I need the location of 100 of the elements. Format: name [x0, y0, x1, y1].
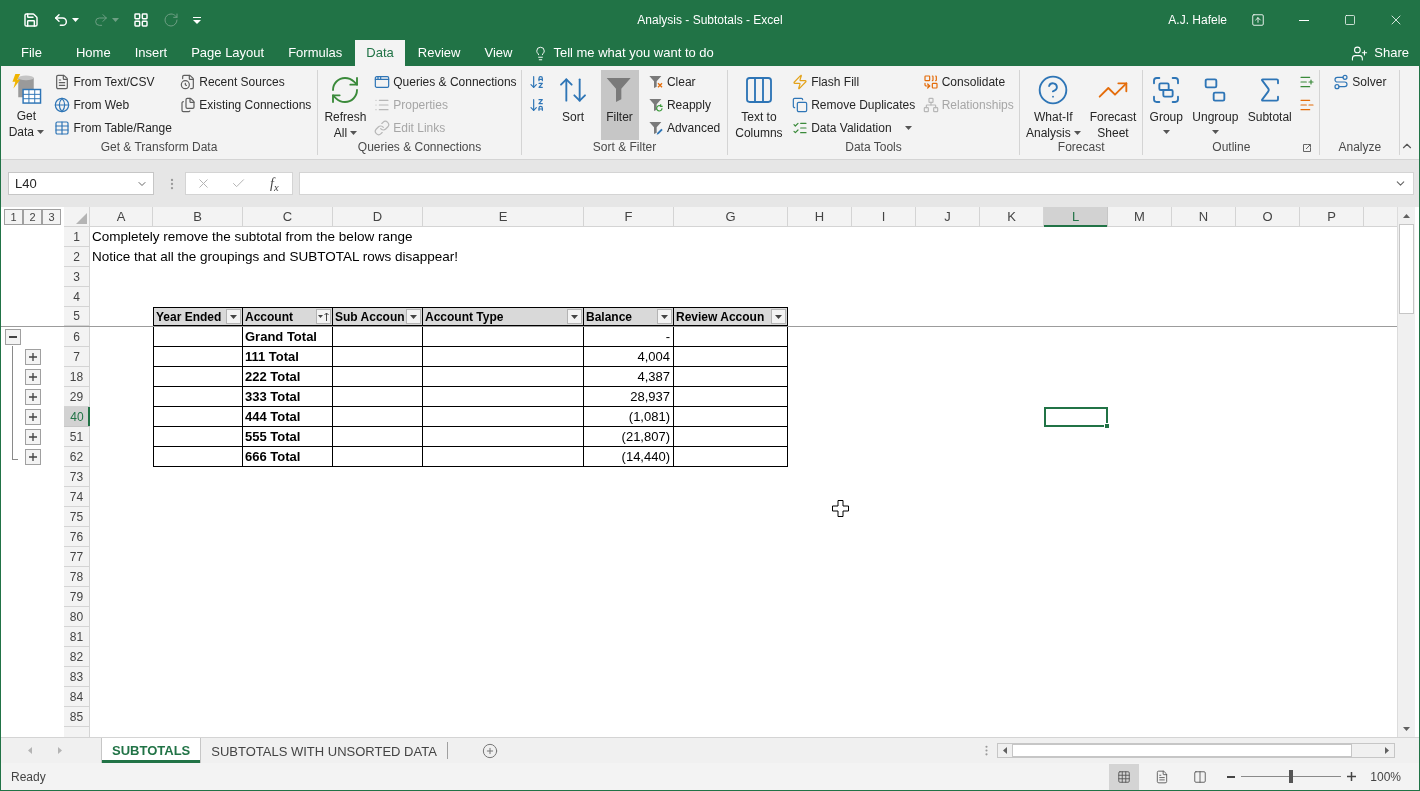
expand-button[interactable] — [25, 429, 41, 445]
filter-dropdown-button[interactable] — [406, 309, 421, 324]
row-header[interactable]: 29 — [64, 387, 90, 407]
existing-connections-button[interactable]: Existing Connections — [179, 93, 313, 116]
ungroup-button[interactable]: Ungroup — [1189, 70, 1242, 140]
formula-input[interactable] — [299, 172, 1414, 195]
row-header[interactable]: 1 — [64, 227, 90, 247]
filter-button[interactable]: Filter — [600, 70, 639, 140]
row-header[interactable]: 80 — [64, 607, 90, 627]
ribbon-tab[interactable]: Page Layout — [180, 40, 276, 66]
remove-duplicates-button[interactable]: Remove Duplicates — [791, 93, 917, 116]
active-cell[interactable] — [1044, 407, 1108, 427]
row-header[interactable]: 3 — [64, 267, 90, 287]
row-header[interactable]: 51 — [64, 427, 90, 447]
consolidate-button[interactable]: Consolidate — [921, 70, 1015, 93]
outline-level-button[interactable]: 2 — [23, 209, 42, 225]
what-if-analysis-button[interactable]: What-If Analysis — [1023, 70, 1084, 140]
column-header[interactable]: A — [90, 207, 153, 227]
row-header[interactable]: 78 — [64, 567, 90, 587]
name-box[interactable]: L40 — [8, 172, 154, 195]
row-header[interactable]: 73 — [64, 467, 90, 487]
column-header[interactable]: G — [674, 207, 788, 227]
horizontal-scrollbar[interactable] — [997, 743, 1395, 758]
from-table-range-button[interactable]: From Table/Range — [53, 116, 173, 139]
dialog-launcher-icon[interactable] — [1303, 144, 1312, 152]
column-header[interactable]: E — [423, 207, 584, 227]
row-header[interactable]: 82 — [64, 647, 90, 667]
row-header[interactable]: 5 — [64, 307, 90, 326]
column-header[interactable]: P — [1300, 207, 1364, 227]
get-data-button[interactable]: Get Data — [5, 70, 48, 140]
filter-dropdown-button[interactable] — [657, 309, 672, 324]
expand-button[interactable] — [25, 369, 41, 385]
forecast-sheet-button[interactable]: Forecast Sheet — [1086, 70, 1140, 140]
sheet-tab[interactable]: SUBTOTALS — [101, 738, 202, 763]
column-header[interactable]: L — [1044, 207, 1108, 227]
row-header[interactable]: 18 — [64, 367, 90, 387]
tell-me-field[interactable]: Tell me what you want to do — [533, 40, 714, 66]
column-header[interactable]: N — [1172, 207, 1236, 227]
slider-thumb[interactable] — [1289, 770, 1294, 783]
clear-button[interactable]: Clear — [646, 70, 722, 93]
from-text-csv-button[interactable]: From Text/CSV — [53, 70, 173, 93]
fill-handle-icon[interactable] — [1104, 423, 1110, 429]
column-header[interactable]: B — [153, 207, 243, 227]
row-header[interactable]: 4 — [64, 287, 90, 307]
expand-button[interactable] — [25, 349, 41, 365]
share-button[interactable]: Share — [1351, 40, 1419, 66]
recent-sources-button[interactable]: Recent Sources — [179, 70, 313, 93]
ribbon-tab[interactable]: Data — [355, 40, 405, 66]
column-header[interactable]: O — [1236, 207, 1300, 227]
insert-function-button[interactable]: f$_{x}$ — [259, 173, 290, 194]
group-button[interactable]: Group — [1146, 70, 1186, 140]
row-header[interactable]: 6 — [64, 327, 90, 347]
filter-dropdown-button[interactable] — [567, 309, 582, 324]
row-header[interactable]: 79 — [64, 587, 90, 607]
sort-button[interactable]: Sort — [554, 70, 593, 140]
zoom-in-button[interactable] — [1347, 769, 1357, 784]
row-header[interactable]: 62 — [64, 447, 90, 467]
row-header[interactable]: 2 — [64, 247, 90, 267]
row-header[interactable]: 75 — [64, 507, 90, 527]
outline-level-button[interactable]: 3 — [42, 209, 61, 225]
scrollbar-thumb[interactable] — [1399, 224, 1414, 314]
text-to-columns-button[interactable]: Text to Columns — [732, 70, 786, 140]
solver-button[interactable]: Solver — [1332, 70, 1388, 93]
flash-fill-button[interactable]: Flash Fill — [791, 70, 917, 93]
column-header[interactable]: C — [243, 207, 333, 227]
row-header[interactable]: 77 — [64, 547, 90, 567]
column-header[interactable]: D — [333, 207, 423, 227]
row-header[interactable]: 7 — [64, 347, 90, 367]
ribbon-tab[interactable]: Insert — [123, 40, 179, 66]
scrollbar-thumb[interactable] — [1012, 744, 1352, 757]
row-header[interactable]: 74 — [64, 487, 90, 507]
column-header[interactable]: I — [852, 207, 916, 227]
ribbon-tab[interactable]: Home — [64, 40, 122, 66]
column-header[interactable]: F — [584, 207, 674, 227]
ribbon-tab[interactable]: Review — [406, 40, 472, 66]
sheet-tab[interactable]: SUBTOTALS WITH UNSORTED DATA — [201, 742, 448, 759]
expand-button[interactable] — [25, 389, 41, 405]
subtotal-button[interactable]: Subtotal — [1244, 70, 1295, 140]
refresh-all-button[interactable]: Refresh All — [321, 70, 370, 140]
ribbon-tab[interactable]: View — [473, 40, 524, 66]
row-header[interactable]: 76 — [64, 527, 90, 547]
column-header[interactable]: J — [916, 207, 980, 227]
from-web-button[interactable]: From Web — [53, 93, 173, 116]
vertical-scrollbar[interactable] — [1397, 207, 1415, 737]
expand-button[interactable] — [25, 449, 41, 465]
ribbon-tab[interactable]: Formulas — [277, 40, 354, 66]
data-validation-button[interactable]: Data Validation — [791, 116, 917, 139]
ribbon-tab[interactable]: File — [10, 40, 53, 66]
row-header[interactable]: 83 — [64, 667, 90, 687]
reapply-button[interactable]: Reapply — [646, 93, 722, 116]
filter-dropdown-button[interactable] — [771, 309, 786, 324]
row-header[interactable]: 85 — [64, 707, 90, 727]
column-header[interactable]: K — [980, 207, 1044, 227]
row-header[interactable]: 81 — [64, 627, 90, 647]
expand-button[interactable] — [25, 409, 41, 425]
collapse-button[interactable] — [5, 329, 21, 345]
column-header[interactable]: H — [788, 207, 852, 227]
row-header[interactable]: 84 — [64, 687, 90, 707]
outline-level-button[interactable]: 1 — [4, 209, 23, 225]
column-header[interactable]: M — [1108, 207, 1172, 227]
